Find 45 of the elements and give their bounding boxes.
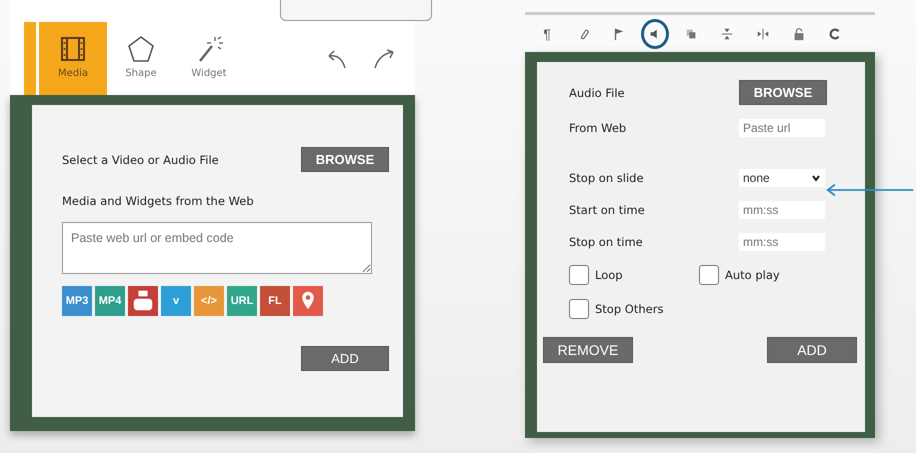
speaker-button[interactable] xyxy=(641,18,669,48)
audio-file-label: Audio File xyxy=(569,86,626,100)
align-center-icon xyxy=(756,26,770,40)
time-field[interactable]: mm:ss xyxy=(739,233,825,251)
option-label: Loop xyxy=(595,268,623,282)
remove-button[interactable]: REMOVE xyxy=(543,337,633,363)
layers-icon xyxy=(684,26,698,40)
source-tile[interactable]: MP3 xyxy=(62,286,92,316)
source-tile[interactable]: v xyxy=(161,286,191,316)
browse-button[interactable]: BROWSE xyxy=(301,147,389,172)
add-button[interactable]: ADD xyxy=(767,337,857,363)
stop-time-label: Stop on time xyxy=(569,235,644,249)
source-tile[interactable]: URL xyxy=(227,286,257,316)
chevron-icon xyxy=(811,173,821,183)
tool-tab[interactable]: Widget xyxy=(175,22,243,95)
from-web-label: From Web xyxy=(569,121,628,135)
option-label: Stop Others xyxy=(595,302,664,316)
embed-code-field[interactable]: Paste web url or embed code xyxy=(62,222,372,274)
web-media-label: Media and Widgets from the Web xyxy=(62,194,255,208)
align-middle-icon xyxy=(720,26,734,40)
add-button[interactable]: ADD xyxy=(301,346,389,371)
checkbox[interactable] xyxy=(569,299,589,319)
url-field[interactable]: Paste url xyxy=(739,119,825,137)
pentagon-icon xyxy=(126,34,156,64)
select-file-label: Select a Video or Audio File xyxy=(62,152,219,166)
map-pin-icon[interactable] xyxy=(293,286,323,316)
film-icon xyxy=(58,34,88,64)
slide-dropdown[interactable]: none xyxy=(739,169,825,187)
source-tile[interactable]: MP4 xyxy=(95,286,125,316)
paragraph-button[interactable]: ¶ xyxy=(533,18,561,48)
source-tile[interactable]: FL xyxy=(260,286,290,316)
start-time-label: Start on time xyxy=(569,203,646,217)
flag-icon xyxy=(612,26,626,40)
checkbox[interactable] xyxy=(699,265,719,285)
refresh-icon xyxy=(828,26,842,40)
browse-button[interactable]: BROWSE xyxy=(739,80,827,105)
time-field[interactable]: mm:ss xyxy=(739,201,825,219)
video-tile-icon[interactable] xyxy=(128,286,158,316)
tool-tab[interactable]: Shape xyxy=(107,22,175,95)
checkbox[interactable] xyxy=(569,265,589,285)
stop-slide-label: Stop on slide xyxy=(569,171,645,185)
option-label: Auto play xyxy=(725,268,780,282)
source-tile[interactable]: </> xyxy=(194,286,224,316)
lock-icon xyxy=(792,26,806,40)
tool-tab[interactable]: Media xyxy=(39,22,107,95)
